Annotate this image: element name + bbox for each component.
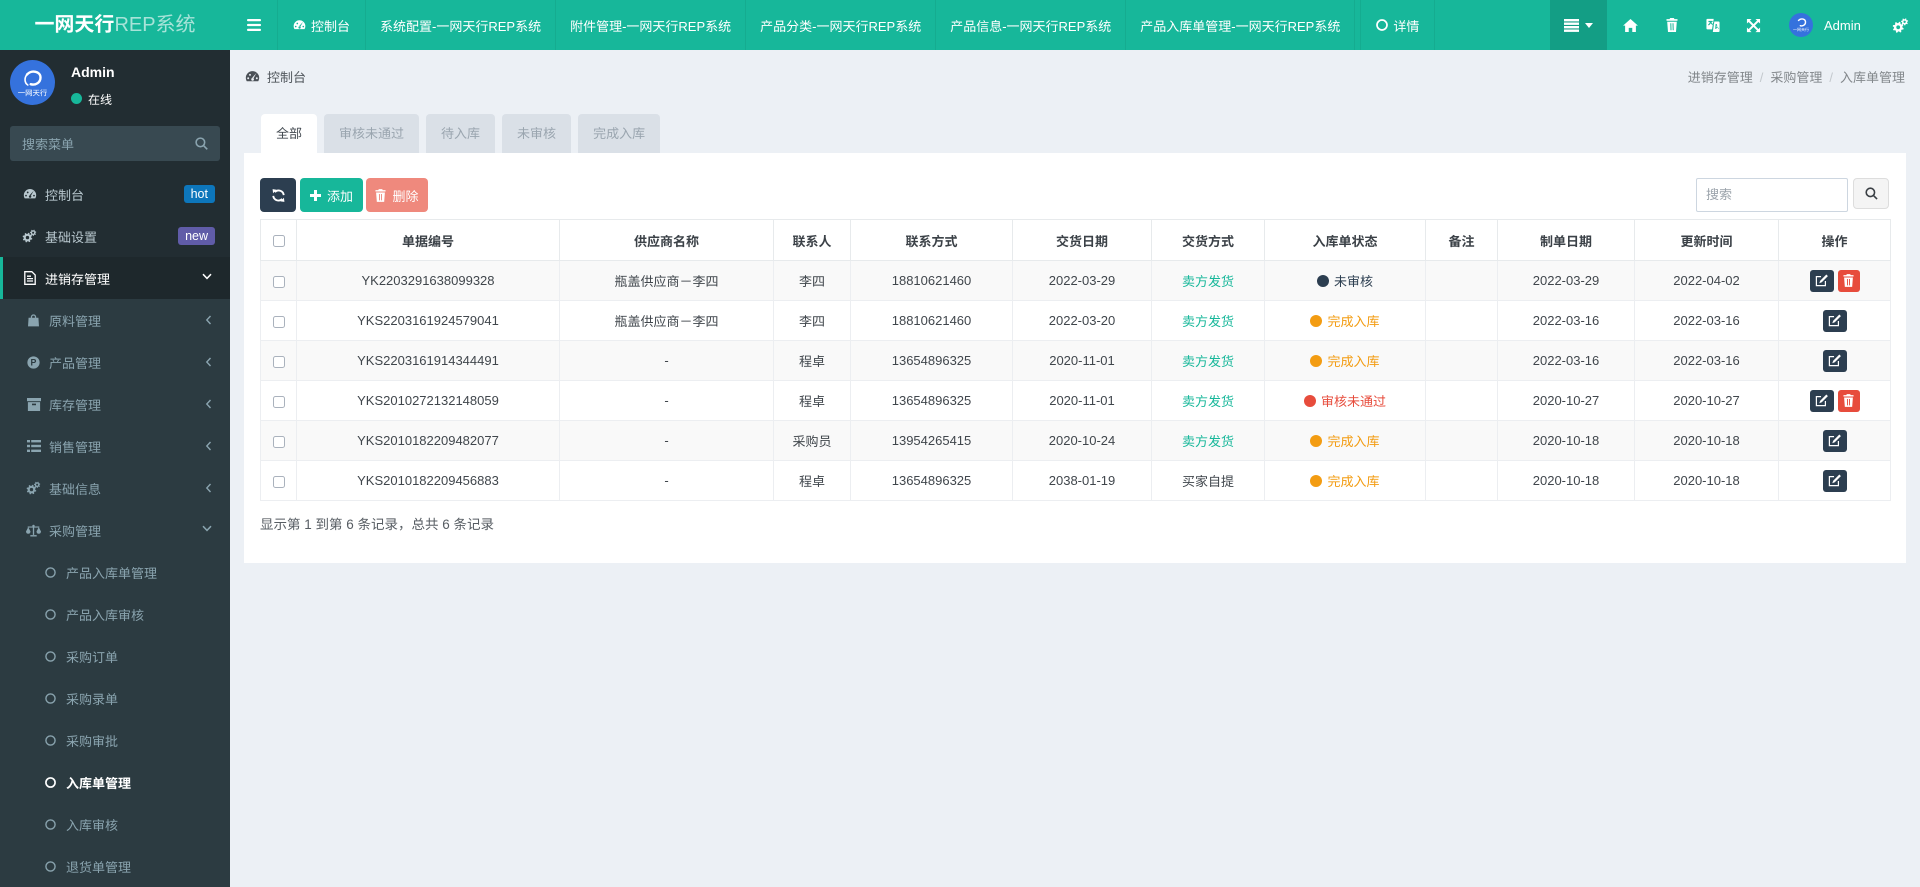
svg-text:P: P bbox=[31, 357, 37, 367]
svg-text:一网天行: 一网天行 bbox=[18, 88, 48, 99]
svg-text:一网天行: 一网天行 bbox=[1793, 27, 1809, 33]
